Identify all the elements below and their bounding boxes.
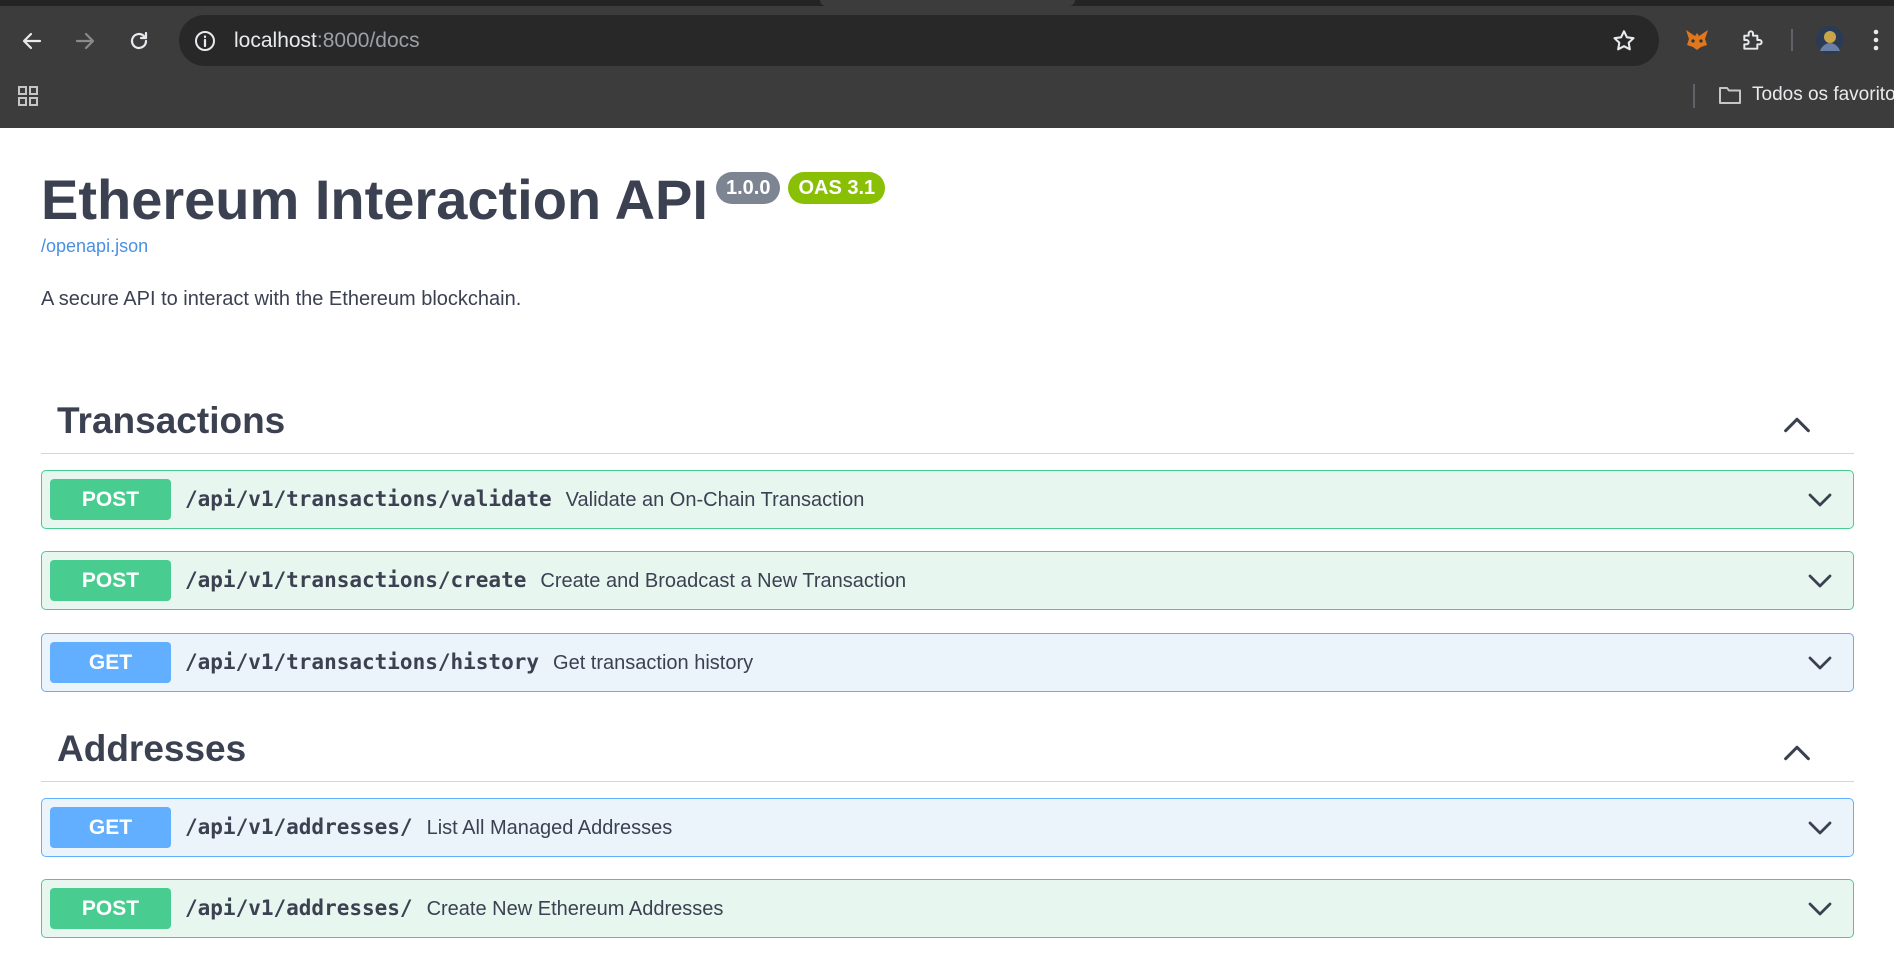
operation-path: /api/v1/addresses/List All Managed Addre…	[185, 815, 673, 839]
tag-section-transactions[interactable]: Transactions	[41, 390, 1854, 454]
info-header: Ethereum Interaction API 1.0.0 OAS 3.1	[41, 168, 886, 232]
chevron-down-icon[interactable]	[1805, 894, 1835, 924]
apps-icon[interactable]	[16, 84, 40, 108]
method-badge: POST	[50, 479, 171, 520]
method-badge: GET	[50, 642, 171, 683]
reload-button[interactable]	[120, 22, 158, 60]
api-title: Ethereum Interaction API	[41, 168, 708, 231]
operation-get-transactions-history[interactable]: GET /api/v1/transactions/history Get tran…	[41, 633, 1854, 692]
api-description: A secure API to interact with the Ethere…	[41, 288, 522, 310]
chevron-down-icon[interactable]	[1805, 648, 1835, 678]
back-icon	[22, 32, 42, 50]
operation-summary: List All Managed Addresses	[426, 817, 673, 839]
metamask-icon	[1686, 30, 1708, 50]
chevron-down-icon[interactable]	[1805, 485, 1835, 515]
tab-strip	[0, 0, 1894, 6]
version-badge: 1.0.0	[715, 172, 781, 204]
back-button[interactable]	[13, 22, 51, 60]
folder-icon	[1719, 87, 1741, 104]
operation-summary: Create and Broadcast a New Transaction	[540, 570, 907, 592]
forward-icon	[75, 32, 95, 50]
operation-path: /api/v1/addresses/Create New Ethereum Ad…	[185, 896, 724, 920]
url-text[interactable]: localhost:8000/docs	[234, 29, 420, 53]
metamask-button[interactable]	[1682, 25, 1712, 55]
profile-button[interactable]	[1815, 25, 1845, 55]
section-title: Transactions	[57, 400, 286, 441]
active-tab[interactable]	[820, 0, 1075, 6]
operation-post-addresses[interactable]: POST /api/v1/addresses/Create New Ethere…	[41, 879, 1854, 938]
toolbar-divider	[1791, 29, 1793, 51]
forward-button[interactable]	[66, 22, 104, 60]
chevron-down-icon[interactable]	[1805, 813, 1835, 843]
extensions-button[interactable]	[1738, 25, 1768, 55]
operation-post-transactions-create[interactable]: POST /api/v1/transactions/create Create a…	[41, 551, 1854, 610]
info-icon[interactable]	[193, 29, 217, 53]
browser-chrome: localhost:8000/docs Todos os favoritos	[0, 0, 1894, 128]
openapi-json-link[interactable]: /openapi.json	[41, 236, 148, 257]
chevron-up-icon[interactable]	[1780, 408, 1814, 442]
oas-badge: OAS 3.1	[788, 172, 886, 204]
chevron-down-icon[interactable]	[1805, 566, 1835, 596]
extensions-icon	[1743, 30, 1763, 50]
operation-get-addresses[interactable]: GET /api/v1/addresses/List All Managed A…	[41, 798, 1854, 857]
star-icon[interactable]	[1611, 28, 1637, 54]
method-badge: POST	[50, 560, 171, 601]
address-bar[interactable]: localhost:8000/docs	[179, 15, 1659, 66]
profile-avatar	[1816, 26, 1844, 54]
chevron-up-icon[interactable]	[1780, 736, 1814, 770]
operation-summary: Create New Ethereum Addresses	[426, 898, 724, 920]
operation-path: /api/v1/transactions/create Create and Br…	[185, 568, 907, 592]
method-badge: POST	[50, 888, 171, 929]
bookmarks-bar	[0, 72, 1894, 128]
reload-icon	[130, 31, 148, 50]
all-bookmarks-folder[interactable]: Todos os favoritos	[1718, 84, 1894, 106]
swagger-page: Ethereum Interaction API 1.0.0 OAS 3.1 /…	[0, 128, 1894, 954]
operation-summary: Get transaction history	[553, 652, 754, 674]
operation-summary: Validate an On-Chain Transaction	[565, 489, 865, 511]
section-title: Addresses	[57, 728, 247, 769]
more-icon	[1873, 29, 1879, 51]
bookmarks-folder-label: Todos os favoritos	[1752, 84, 1894, 105]
operation-path: /api/v1/transactions/history Get transact…	[185, 650, 754, 674]
operation-post-transactions-validate[interactable]: POST /api/v1/transactions/validate Valida…	[41, 470, 1854, 529]
operation-path: /api/v1/transactions/validate Validate an…	[185, 487, 865, 511]
more-button[interactable]	[1866, 25, 1886, 55]
bookmarks-divider	[1693, 84, 1695, 108]
tag-section-addresses[interactable]: Addresses	[41, 718, 1854, 782]
method-badge: GET	[50, 807, 171, 848]
